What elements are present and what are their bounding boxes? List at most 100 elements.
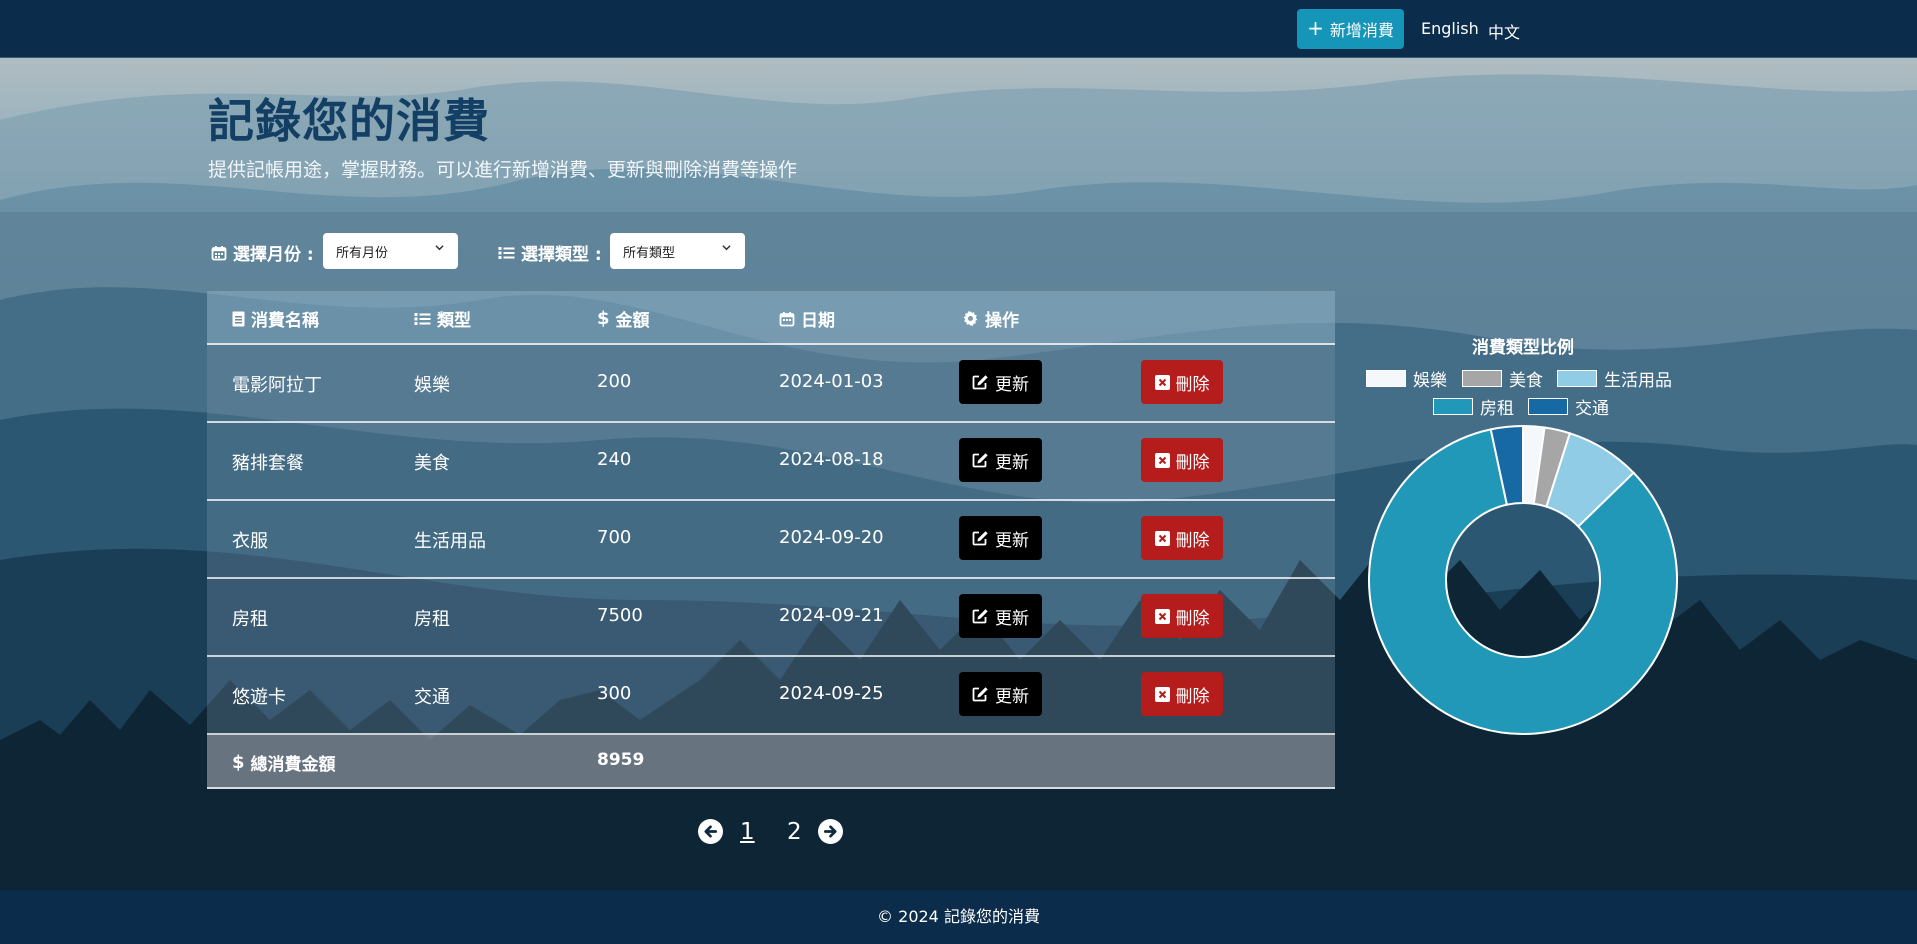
- footer-text: © 2024 記錄您的消費: [877, 907, 1040, 926]
- cell-amount: 200: [597, 371, 632, 392]
- header-actions: 操作: [962, 306, 1019, 331]
- chart-title: 消費類型比例: [1472, 338, 1574, 358]
- update-button[interactable]: 更新: [959, 516, 1042, 560]
- delete-button[interactable]: 刪除: [1141, 672, 1223, 716]
- update-button[interactable]: 更新: [959, 360, 1042, 404]
- chevron-down-icon: [722, 245, 731, 251]
- legend-swatch: [1462, 370, 1502, 387]
- cell-name: 房租: [232, 609, 268, 630]
- legend-label: 娛樂: [1413, 371, 1447, 391]
- month-select[interactable]: 所有月份: [323, 233, 458, 269]
- legend-label: 房租: [1480, 399, 1514, 419]
- close-square-icon: [1154, 374, 1170, 390]
- month-select-value: 所有月份: [336, 245, 389, 261]
- cell-amount: 700: [597, 527, 632, 548]
- table-row: 衣服 生活用品 700 2024-09-20 更新 刪除: [207, 501, 1335, 579]
- delete-button[interactable]: 刪除: [1141, 516, 1223, 560]
- page-2-link[interactable]: 2: [787, 819, 802, 845]
- legend-label: 美食: [1509, 371, 1543, 391]
- next-page-icon[interactable]: [818, 819, 843, 844]
- delete-button[interactable]: 刪除: [1141, 594, 1223, 638]
- add-expense-label: 新增消費: [1329, 21, 1394, 40]
- legend-swatch: [1366, 370, 1406, 387]
- header-type-text: 類型: [437, 311, 471, 331]
- close-square-icon: [1154, 452, 1170, 468]
- plus-icon: +: [1307, 16, 1324, 40]
- type-select-value: 所有類型: [623, 245, 676, 261]
- header-name: 消費名稱: [232, 306, 319, 331]
- calendar-icon: [211, 245, 227, 260]
- cell-amount: 300: [597, 683, 632, 704]
- type-select[interactable]: 所有類型: [610, 233, 745, 269]
- cell-date: 2024-08-18: [779, 449, 884, 470]
- header-date-text: 日期: [801, 311, 835, 331]
- type-filter-text: 選擇類型 :: [521, 245, 602, 265]
- legend-item[interactable]: 美食: [1462, 366, 1543, 391]
- table-row: 房租 房租 7500 2024-09-21 更新 刪除: [207, 579, 1335, 657]
- list-icon: [498, 246, 515, 259]
- previous-page-icon[interactable]: [698, 819, 723, 844]
- language-english-link[interactable]: English: [1421, 19, 1479, 38]
- legend-item[interactable]: 生活用品: [1557, 366, 1672, 391]
- cell-amount: 7500: [597, 605, 643, 626]
- update-button[interactable]: 更新: [959, 438, 1042, 482]
- total-label: $ 總消費金額: [232, 750, 336, 775]
- header-actions-text: 操作: [985, 311, 1019, 331]
- gear-icon: [963, 310, 978, 327]
- hero-banner: 記錄您的消費 提供記帳用途，掌握財務。可以進行新增消費、更新與刪除消費等操作: [0, 57, 1917, 212]
- legend-item[interactable]: 娛樂: [1366, 366, 1447, 391]
- chevron-down-icon: [435, 245, 444, 251]
- delete-button[interactable]: 刪除: [1141, 360, 1223, 404]
- delete-button[interactable]: 刪除: [1141, 438, 1223, 482]
- type-filter-label: 選擇類型 :: [498, 240, 602, 265]
- total-label-text: 總消費金額: [250, 755, 336, 775]
- cell-date: 2024-09-20: [779, 527, 884, 548]
- edit-icon: [972, 609, 988, 624]
- total-value: 8959: [597, 750, 645, 770]
- add-expense-button[interactable]: + 新增消費: [1297, 9, 1404, 49]
- page-1-link[interactable]: 1: [740, 819, 755, 845]
- delete-label: 刪除: [1175, 530, 1210, 551]
- header-amount-text: 金額: [615, 311, 650, 331]
- language-chinese-link[interactable]: 中文: [1488, 19, 1520, 43]
- cell-type: 娛樂: [414, 375, 450, 396]
- cell-type: 生活用品: [414, 531, 486, 552]
- header-date: 日期: [779, 306, 835, 331]
- cell-type: 美食: [414, 453, 450, 474]
- update-button[interactable]: 更新: [959, 672, 1042, 716]
- legend-item[interactable]: 房租: [1433, 394, 1514, 419]
- month-filter-label: 選擇月份 :: [211, 240, 314, 265]
- file-icon: [232, 311, 245, 326]
- dollar-icon: $: [597, 308, 610, 329]
- close-square-icon: [1154, 530, 1170, 546]
- cell-type: 房租: [414, 609, 450, 630]
- close-square-icon: [1154, 608, 1170, 624]
- legend-label: 交通: [1575, 399, 1609, 419]
- update-button[interactable]: 更新: [959, 594, 1042, 638]
- legend-swatch: [1433, 398, 1473, 415]
- delete-label: 刪除: [1175, 452, 1210, 473]
- expense-type-donut-chart: [1368, 424, 1678, 735]
- close-square-icon: [1154, 686, 1170, 702]
- edit-icon: [972, 687, 988, 702]
- cell-name: 豬排套餐: [232, 453, 304, 474]
- delete-label: 刪除: [1175, 608, 1210, 629]
- cell-name: 悠遊卡: [232, 687, 286, 708]
- month-filter-text: 選擇月份 :: [233, 245, 314, 265]
- table-row: 悠遊卡 交通 300 2024-09-25 更新 刪除: [207, 657, 1335, 735]
- cell-name: 電影阿拉丁: [232, 375, 322, 396]
- edit-icon: [972, 531, 988, 546]
- edit-icon: [972, 375, 988, 390]
- update-label: 更新: [995, 686, 1029, 707]
- legend-swatch: [1557, 370, 1597, 387]
- cell-amount: 240: [597, 449, 632, 470]
- legend-item[interactable]: 交通: [1528, 394, 1609, 419]
- update-label: 更新: [995, 452, 1029, 473]
- page-subtitle: 提供記帳用途，掌握財務。可以進行新增消費、更新與刪除消費等操作: [208, 159, 798, 181]
- header-type: 類型: [414, 306, 471, 331]
- delete-label: 刪除: [1175, 374, 1210, 395]
- table-row: 豬排套餐 美食 240 2024-08-18 更新 刪除: [207, 423, 1335, 501]
- cell-date: 2024-09-25: [779, 683, 884, 704]
- header-name-text: 消費名稱: [251, 311, 319, 331]
- expense-table: 消費名稱 類型 $ 金額 日期 操作 電影阿拉丁 娛樂 200 2024-01-03 更…: [207, 291, 1335, 789]
